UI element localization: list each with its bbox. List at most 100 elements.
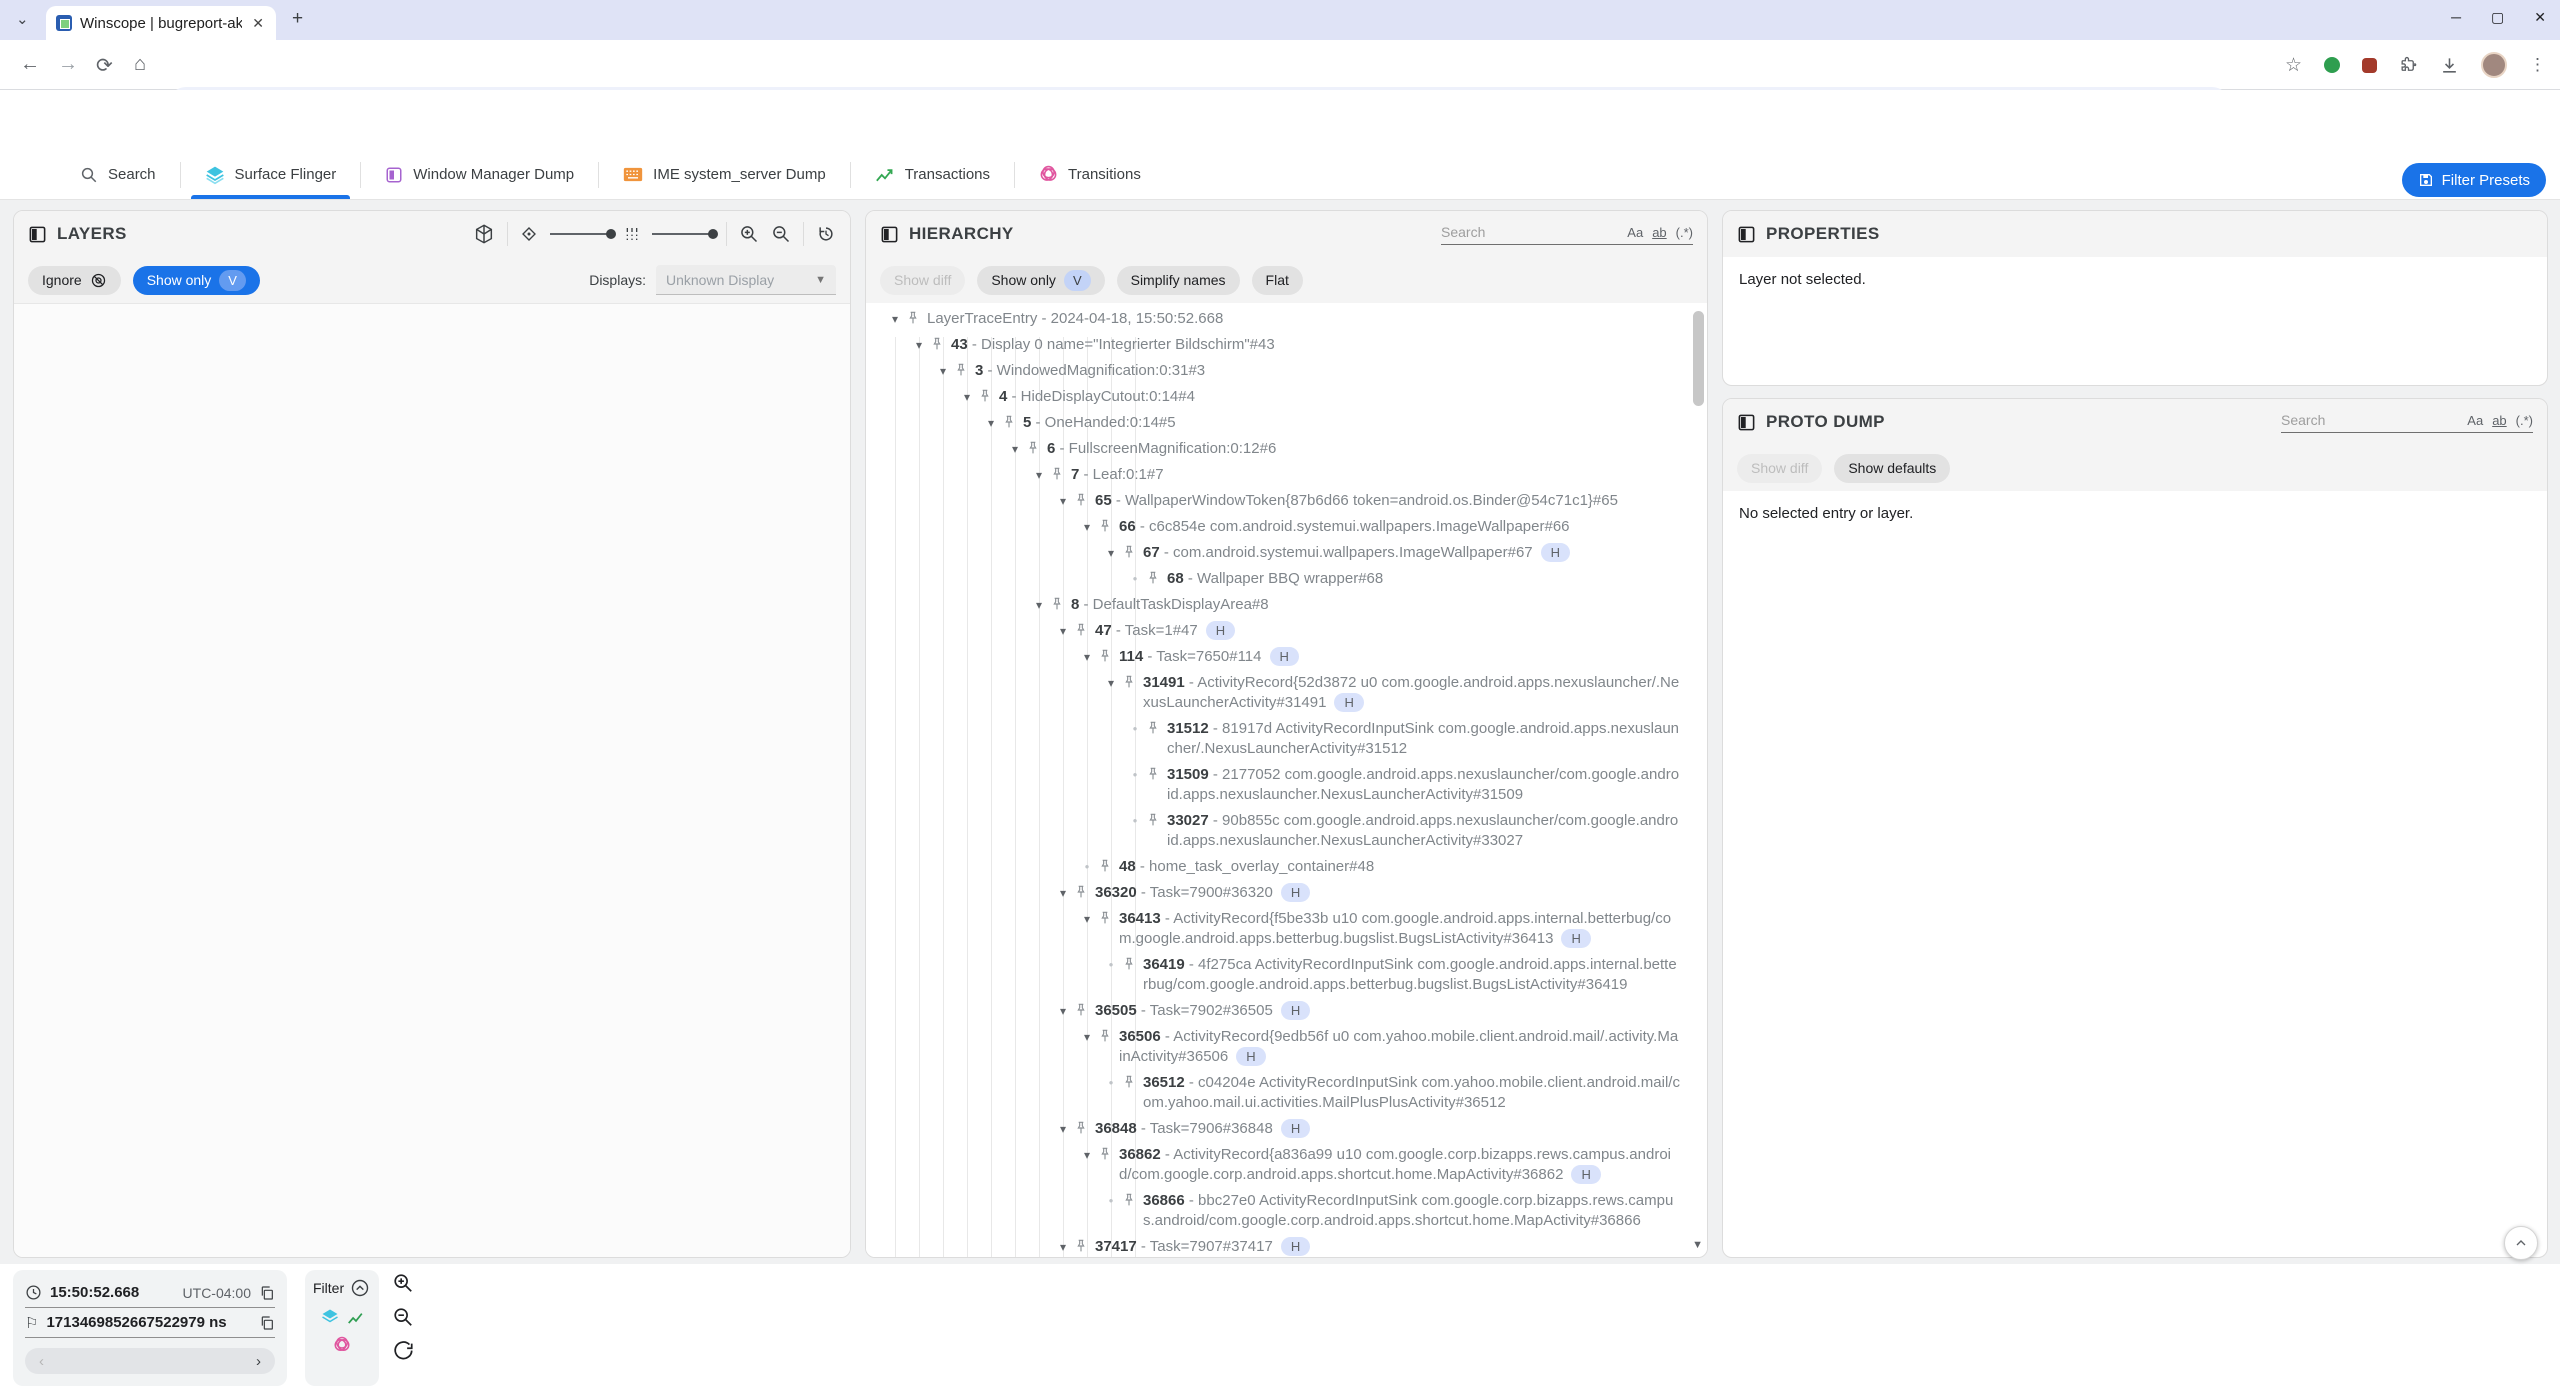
- pin-icon[interactable]: [1145, 570, 1163, 588]
- pin-icon[interactable]: [1073, 1120, 1091, 1138]
- rotation-slider[interactable]: [550, 233, 612, 235]
- regex-icon[interactable]: (.*): [2516, 413, 2533, 428]
- pin-icon[interactable]: [1097, 1028, 1115, 1046]
- expand-arrow-icon[interactable]: ▾: [1053, 883, 1073, 903]
- tree-node[interactable]: ●31512 - 81917d ActivityRecordInputSink …: [866, 719, 1707, 759]
- pin-icon[interactable]: [1097, 648, 1115, 666]
- regex-icon[interactable]: (.*): [1676, 225, 1693, 240]
- timeline-canvas[interactable]: [0, 1264, 2560, 1392]
- match-case-icon[interactable]: Aa: [2467, 413, 2483, 428]
- new-tab-button[interactable]: +: [292, 8, 303, 30]
- pin-icon[interactable]: [1073, 492, 1091, 510]
- tree-node[interactable]: ▾36505 - Task=7902#36505H: [866, 1001, 1707, 1021]
- pin-icon[interactable]: [1121, 544, 1139, 562]
- pin-icon[interactable]: [1025, 440, 1043, 458]
- scroll-down-arrow[interactable]: ▼: [1692, 1239, 1703, 1251]
- tree-node[interactable]: ●31509 - 2177052 com.google.android.apps…: [866, 765, 1707, 805]
- expand-arrow-icon[interactable]: ▾: [1053, 621, 1073, 641]
- downloads-icon[interactable]: [2440, 56, 2459, 75]
- window-close-button[interactable]: ✕: [2534, 9, 2546, 26]
- reload-icon[interactable]: ⟳: [96, 53, 113, 78]
- expand-arrow-icon[interactable]: ▾: [1077, 909, 1097, 929]
- expand-arrow-icon[interactable]: ▾: [933, 361, 953, 381]
- pin-icon[interactable]: [1121, 1192, 1139, 1210]
- expand-arrow-icon[interactable]: ▾: [1005, 439, 1025, 459]
- tab-surface-flinger[interactable]: Surface Flinger: [181, 150, 361, 199]
- pin-icon[interactable]: [1145, 812, 1163, 830]
- pin-icon[interactable]: [1145, 766, 1163, 784]
- collapse-panel-icon[interactable]: [28, 225, 47, 244]
- expand-arrow-icon[interactable]: ▾: [909, 335, 929, 355]
- tree-node[interactable]: ▾47 - Task=1#47H: [866, 621, 1707, 641]
- pin-icon[interactable]: [905, 310, 923, 328]
- pin-icon[interactable]: [953, 362, 971, 380]
- tree-node[interactable]: ▾6 - FullscreenMagnification:0:12#6: [866, 439, 1707, 459]
- window-maximize-button[interactable]: ▢: [2491, 9, 2504, 26]
- expand-arrow-icon[interactable]: ▾: [1101, 543, 1121, 563]
- expand-arrow-icon[interactable]: ▾: [1077, 517, 1097, 537]
- tab-transactions[interactable]: Transactions: [851, 150, 1014, 199]
- tree-node[interactable]: ▾66 - c6c854e com.android.systemui.wallp…: [866, 517, 1707, 537]
- tree-node[interactable]: ▾5 - OneHanded:0:14#5: [866, 413, 1707, 433]
- pin-icon[interactable]: [1121, 674, 1139, 692]
- pin-icon[interactable]: [1001, 414, 1019, 432]
- pin-icon[interactable]: [1073, 884, 1091, 902]
- proto-search[interactable]: Aa ab (.*): [2281, 412, 2533, 433]
- tree-node[interactable]: ▾7 - Leaf:0:1#7: [866, 465, 1707, 485]
- scrollbar-thumb[interactable]: [1693, 311, 1704, 406]
- tree-node[interactable]: ▾37417 - Task=7907#37417H: [866, 1237, 1707, 1257]
- ignore-button[interactable]: Ignore: [28, 266, 121, 295]
- window-minimize-button[interactable]: ─: [2451, 9, 2461, 26]
- tree-node[interactable]: ▾36320 - Task=7900#36320H: [866, 883, 1707, 903]
- tree-node[interactable]: ▾31491 - ActivityRecord{52d3872 u0 com.g…: [866, 673, 1707, 713]
- expand-arrow-icon[interactable]: ▾: [1029, 465, 1049, 485]
- tab-transitions[interactable]: Transitions: [1015, 150, 1165, 199]
- spacing-slider[interactable]: [652, 233, 714, 235]
- extensions-puzzle-icon[interactable]: [2399, 56, 2418, 75]
- tree-node[interactable]: ▾36848 - Task=7906#36848H: [866, 1119, 1707, 1139]
- filter-presets-button[interactable]: Filter Presets: [2402, 163, 2546, 197]
- tree-node[interactable]: ▾3 - WindowedMagnification:0:31#3: [866, 361, 1707, 381]
- tree-node[interactable]: ▾36862 - ActivityRecord{a836a99 u10 com.…: [866, 1145, 1707, 1185]
- profile-avatar[interactable]: [2481, 52, 2507, 78]
- tab-search-icon[interactable]: ⌄: [16, 10, 29, 28]
- tree-node[interactable]: ▾114 - Task=7650#114H: [866, 647, 1707, 667]
- tree-node[interactable]: ●36866 - bbc27e0 ActivityRecordInputSink…: [866, 1191, 1707, 1231]
- extension-green-icon[interactable]: [2324, 57, 2340, 73]
- proto-search-input[interactable]: [2281, 412, 2458, 428]
- pin-icon[interactable]: [1073, 622, 1091, 640]
- tree-node[interactable]: ●36512 - c04204e ActivityRecordInputSink…: [866, 1073, 1707, 1113]
- tree-node[interactable]: ●68 - Wallpaper BBQ wrapper#68: [866, 569, 1707, 589]
- expand-arrow-icon[interactable]: ▾: [1053, 491, 1073, 511]
- expand-arrow-icon[interactable]: ▾: [1053, 1119, 1073, 1139]
- 3d-view-icon[interactable]: [473, 223, 495, 245]
- pin-icon[interactable]: [1097, 518, 1115, 536]
- flat-button[interactable]: Flat: [1252, 266, 1303, 295]
- expand-arrow-icon[interactable]: ▾: [981, 413, 1001, 433]
- home-icon[interactable]: ⌂: [134, 53, 146, 76]
- pin-icon[interactable]: [1097, 910, 1115, 928]
- pin-icon[interactable]: [1097, 858, 1115, 876]
- pin-icon[interactable]: [1073, 1002, 1091, 1020]
- match-word-icon[interactable]: ab: [1652, 225, 1666, 240]
- tree-node[interactable]: ●48 - home_task_overlay_container#48: [866, 857, 1707, 877]
- expand-arrow-icon[interactable]: ▾: [1101, 673, 1121, 693]
- pin-icon[interactable]: [1121, 956, 1139, 974]
- reset-view-icon[interactable]: [816, 224, 836, 244]
- collapse-panel-icon[interactable]: [1737, 225, 1756, 244]
- pin-icon[interactable]: [1049, 466, 1067, 484]
- expand-arrow-icon[interactable]: ▾: [957, 387, 977, 407]
- pin-icon[interactable]: [1121, 1074, 1139, 1092]
- bookmark-star-icon[interactable]: ☆: [2285, 54, 2302, 77]
- expand-arrow-icon[interactable]: ▾: [1053, 1237, 1073, 1257]
- pin-icon[interactable]: [1145, 720, 1163, 738]
- match-word-icon[interactable]: ab: [2492, 413, 2506, 428]
- tab-close-icon[interactable]: ✕: [250, 15, 266, 32]
- back-icon[interactable]: ←: [20, 53, 40, 76]
- displays-dropdown[interactable]: Unknown Display ▼: [656, 265, 836, 295]
- tree-node[interactable]: ▾65 - WallpaperWindowToken{87b6d66 token…: [866, 491, 1707, 511]
- tree-node[interactable]: ▾4 - HideDisplayCutout:0:14#4: [866, 387, 1707, 407]
- tree-node[interactable]: ●33027 - 90b855c com.google.android.apps…: [866, 811, 1707, 851]
- show-only-visible-button[interactable]: Show only V: [977, 266, 1104, 295]
- expand-arrow-icon[interactable]: ▾: [1077, 1145, 1097, 1165]
